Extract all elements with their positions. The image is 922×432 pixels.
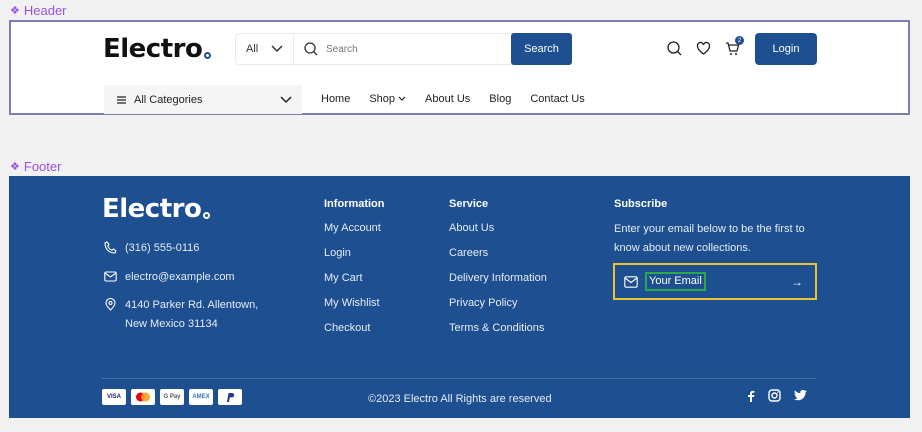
footer-link-my-cart[interactable]: My Cart: [324, 272, 385, 297]
footer: Electro (316) 555-0116 electro@example.c…: [9, 176, 910, 418]
subscribe-email-field[interactable]: Your Email →: [613, 263, 817, 300]
phone-icon: [104, 241, 117, 254]
header-icons: 2: [667, 36, 744, 56]
social-links: [747, 389, 807, 402]
search-input[interactable]: [326, 43, 496, 55]
search-bar: All Search: [235, 33, 572, 65]
main-nav: Home Shop About Us Blog Contact Us: [321, 93, 585, 105]
footer-frame-label-text: Footer: [23, 159, 62, 174]
header: Electro All Search 2 Login All Categorie…: [9, 20, 910, 115]
paypal-icon: [218, 389, 242, 405]
service-title: Service: [449, 198, 489, 210]
login-button[interactable]: Login: [755, 33, 817, 65]
footer-link-login[interactable]: Login: [324, 247, 385, 272]
contact-email[interactable]: electro@example.com: [104, 268, 235, 287]
footer-link-about-us[interactable]: About Us: [449, 222, 547, 247]
location-pin-icon: [105, 298, 116, 311]
menu-icon: [117, 95, 126, 104]
nav-contact-us[interactable]: Contact Us: [530, 93, 584, 105]
facebook-icon[interactable]: [747, 390, 755, 402]
all-categories-dropdown[interactable]: All Categories: [104, 85, 302, 114]
amex-icon: AMEX: [189, 389, 213, 405]
subscribe-column: Subscribe Enter your email below to be t…: [614, 198, 819, 258]
instagram-icon[interactable]: [768, 389, 781, 402]
chevron-down-icon: [398, 96, 406, 101]
footer-frame-label: ❖ Footer: [10, 159, 61, 174]
footer-link-careers[interactable]: Careers: [449, 247, 547, 272]
footer-link-checkout[interactable]: Checkout: [324, 322, 385, 347]
copyright-text: ©2023 Electro All Rights are reserved: [368, 393, 552, 405]
search-category-select[interactable]: All: [236, 34, 294, 64]
logo-text: Electro: [103, 34, 203, 64]
twitter-icon[interactable]: [794, 390, 807, 401]
contact-phone-text: (316) 555-0116: [125, 242, 200, 254]
contact-address: 4140 Parker Rd. Allentown, New Mexico 31…: [104, 296, 258, 334]
google-pay-icon: G Pay: [160, 389, 184, 405]
address-line-1: 4140 Parker Rd. Allentown,: [125, 299, 259, 311]
nav-shop[interactable]: Shop: [369, 93, 406, 105]
search-button[interactable]: Search: [511, 33, 572, 65]
mail-icon: [624, 275, 638, 288]
footer-divider: [102, 378, 816, 379]
footer-link-terms-conditions[interactable]: Terms & Conditions: [449, 322, 547, 347]
logo-text: Electro: [102, 194, 202, 224]
mail-icon: [104, 271, 117, 282]
footer-link-my-account[interactable]: My Account: [324, 222, 385, 247]
nav-home[interactable]: Home: [321, 93, 350, 105]
logo-dot: [203, 212, 211, 219]
footer-link-my-wishlist[interactable]: My Wishlist: [324, 297, 385, 322]
search-icon: [304, 42, 318, 56]
search-icon[interactable]: [667, 41, 682, 56]
visa-icon: VISA: [102, 389, 126, 405]
nav-about-us[interactable]: About Us: [425, 93, 470, 105]
header-logo[interactable]: Electro: [103, 34, 212, 64]
mastercard-icon: [131, 389, 155, 405]
header-frame-label-text: Header: [23, 3, 67, 18]
search-category-value: All: [246, 43, 259, 55]
header-frame-label: ❖ Header: [10, 3, 67, 18]
contact-phone[interactable]: (316) 555-0116: [104, 239, 199, 258]
nav-shop-label: Shop: [369, 93, 396, 105]
component-icon: ❖: [10, 5, 20, 17]
all-categories-label: All Categories: [134, 93, 203, 106]
footer-logo[interactable]: Electro: [102, 194, 211, 224]
component-icon: ❖: [10, 161, 20, 173]
heart-icon[interactable]: [696, 41, 711, 56]
email-input-placeholder[interactable]: Your Email: [645, 272, 706, 291]
footer-link-delivery-information[interactable]: Delivery Information: [449, 272, 547, 297]
logo-dot: [204, 52, 212, 59]
contact-address-text: 4140 Parker Rd. Allentown, New Mexico 31…: [125, 296, 258, 334]
search-input-wrap: [294, 34, 511, 64]
arrow-right-icon[interactable]: →: [791, 275, 803, 289]
cart-count-badge: 2: [735, 36, 744, 45]
contact-email-text: electro@example.com: [125, 271, 235, 283]
cart-button[interactable]: 2: [725, 36, 744, 56]
chevron-down-icon: [271, 45, 283, 53]
subscribe-title: Subscribe: [614, 198, 668, 210]
nav-blog[interactable]: Blog: [489, 93, 511, 105]
payment-methods: VISA G Pay AMEX: [102, 389, 242, 405]
service-column: Service About Us Careers Delivery Inform…: [449, 198, 547, 347]
subscribe-description: Enter your email below to be the first t…: [614, 223, 805, 254]
footer-link-privacy-policy[interactable]: Privacy Policy: [449, 297, 547, 322]
address-line-2: New Mexico 31134: [125, 318, 218, 330]
information-title: Information: [324, 198, 385, 210]
information-column: Information My Account Login My Cart My …: [324, 198, 385, 347]
chevron-down-icon: [280, 95, 292, 103]
